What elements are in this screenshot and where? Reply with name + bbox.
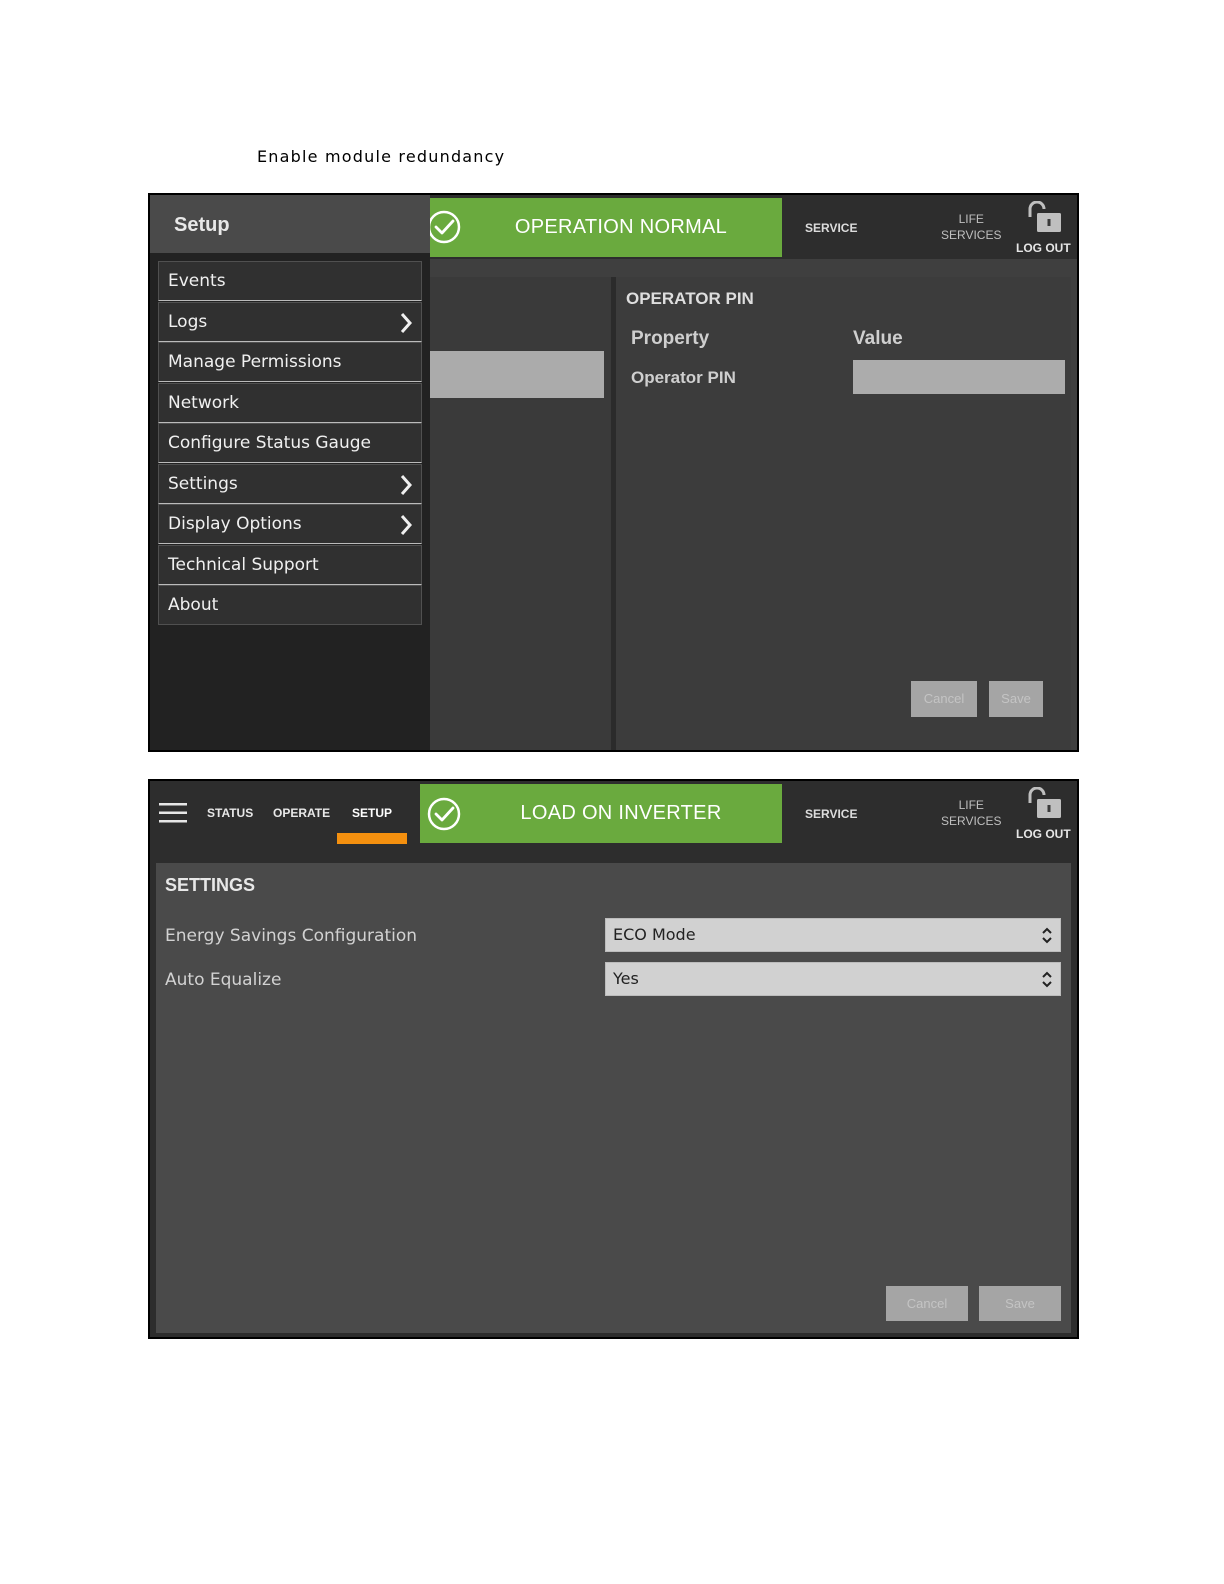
operator-pin-input[interactable]: [853, 360, 1065, 394]
status-text: OPERATION NORMAL: [514, 216, 728, 238]
menu-item-label: Logs: [168, 311, 208, 332]
auto-equalize-select[interactable]: Yes: [605, 962, 1061, 996]
status-text: LOAD ON INVERTER: [520, 802, 722, 824]
drawer-title: Setup: [174, 214, 230, 236]
status-banner: LOAD ON INVERTER: [420, 784, 782, 843]
chevron-right-icon: [400, 312, 413, 333]
menu-item-label: About: [168, 595, 219, 615]
panel-title: SETTINGS: [165, 875, 256, 895]
tab-operate[interactable]: OPERATE: [273, 806, 330, 820]
life-services-line1: LIFE: [958, 212, 984, 226]
check-circle-icon: [427, 210, 461, 244]
status-banner: OPERATION NORMAL: [427, 198, 782, 257]
energy-savings-label: Energy Savings Configuration: [165, 926, 418, 946]
menu-item-network[interactable]: Network: [158, 382, 422, 423]
logout-link[interactable]: LOG OUT: [1016, 240, 1071, 256]
life-services-link[interactable]: LIFE SERVICES: [941, 797, 1001, 829]
document-heading: Enable module redundancy: [257, 147, 506, 166]
menu-item-label: Display Options: [168, 514, 302, 534]
selected-list-item[interactable]: [430, 351, 604, 398]
value-column-header: Value: [853, 328, 903, 349]
save-button[interactable]: Save: [979, 1286, 1061, 1321]
menu-item-label: Network: [168, 392, 239, 413]
tab-status[interactable]: STATUS: [207, 806, 253, 820]
menu-item-logs[interactable]: Logs: [158, 301, 422, 342]
up-down-arrows-icon: [1042, 927, 1052, 944]
cancel-button[interactable]: Cancel: [886, 1286, 968, 1321]
unlocked-padlock-icon[interactable]: [1026, 787, 1066, 819]
menu-item-label: Manage Permissions: [168, 352, 342, 372]
service-link[interactable]: SERVICE: [805, 220, 857, 236]
hamburger-icon[interactable]: [159, 802, 187, 824]
menu-item-display-options[interactable]: Display Options: [158, 504, 422, 544]
logout-link[interactable]: LOG OUT: [1016, 826, 1071, 842]
menu-item-events[interactable]: Events: [158, 261, 422, 301]
menu-item-configure-status-gauge[interactable]: Configure Status Gauge: [158, 423, 422, 463]
drawer-header: Setup: [150, 195, 430, 253]
menu-item-label: Events: [168, 271, 226, 291]
setup-menu-screen: OPERATION NORMAL SERVICE LIFE SERVICES L…: [148, 193, 1079, 752]
menu-item-label: Technical Support: [168, 554, 319, 575]
tab-setup[interactable]: SETUP: [352, 806, 392, 820]
cancel-button[interactable]: Cancel: [911, 681, 977, 717]
life-services-line1: LIFE: [958, 798, 984, 812]
menu-item-settings[interactable]: Settings: [158, 463, 422, 504]
life-services-line2: SERVICES: [941, 228, 1002, 242]
life-services-link[interactable]: LIFE SERVICES: [941, 211, 1001, 243]
auto-equalize-value: Yes: [613, 969, 639, 988]
setup-menu: Events Logs Manage Permissions Network Confi…: [158, 261, 422, 626]
service-link[interactable]: SERVICE: [805, 806, 857, 822]
setup-drawer: Setup Events Logs Manage Permissions Networ…: [150, 195, 430, 750]
menu-item-about[interactable]: About: [158, 585, 422, 625]
chevron-right-icon: [400, 515, 413, 535]
panel-title: OPERATOR PIN: [626, 289, 754, 308]
menu-item-label: Settings: [168, 473, 238, 494]
operator-pin-label: Operator PIN: [631, 368, 736, 387]
check-circle-icon: [427, 797, 461, 831]
unlocked-padlock-icon[interactable]: [1026, 201, 1066, 233]
menu-item-label: Configure Status Gauge: [168, 433, 371, 453]
chevron-right-icon: [400, 474, 413, 495]
energy-savings-select[interactable]: ECO Mode: [605, 918, 1061, 952]
auto-equalize-label: Auto Equalize: [165, 970, 282, 990]
up-down-arrows-icon: [1042, 971, 1052, 988]
save-button[interactable]: Save: [989, 681, 1043, 717]
energy-savings-value: ECO Mode: [613, 925, 696, 944]
active-tab-indicator: [337, 833, 407, 844]
life-services-line2: SERVICES: [941, 814, 1002, 828]
menu-item-technical-support[interactable]: Technical Support: [158, 544, 422, 585]
list-panel: [430, 277, 611, 750]
settings-screen: STATUS OPERATE SETUP LOAD ON INVERTER SE…: [148, 779, 1079, 1339]
menu-item-manage-permissions[interactable]: Manage Permissions: [158, 342, 422, 382]
property-column-header: Property: [631, 328, 710, 349]
